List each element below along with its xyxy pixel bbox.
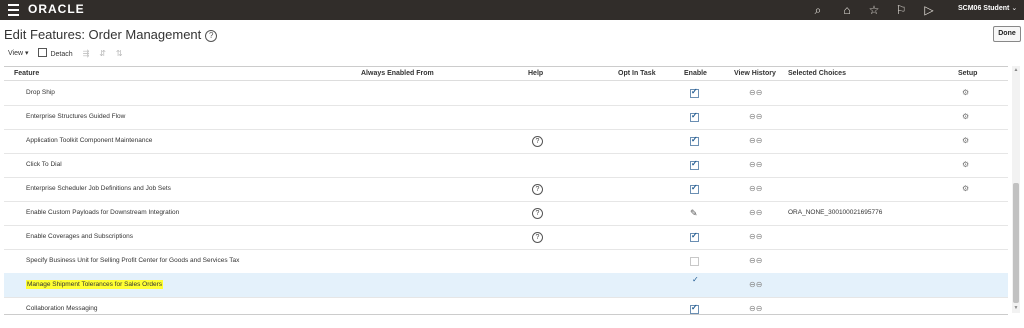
table-row[interactable]: Drop Ship ⊖⊖ ⚙: [4, 81, 1008, 106]
scrollbar-thumb[interactable]: [1013, 183, 1019, 303]
scroll-down-icon[interactable]: ▼: [1013, 305, 1019, 311]
notifications-icon[interactable]: ▷: [922, 3, 936, 17]
detach-button[interactable]: Detach: [38, 48, 73, 58]
feature-name: Specify Business Unit for Selling Profit…: [26, 249, 239, 273]
col-opt-in-task[interactable]: Opt In Task: [618, 70, 656, 77]
feature-name: Application Toolkit Component Maintenanc…: [26, 129, 152, 153]
col-feature[interactable]: Feature: [14, 70, 39, 77]
setup-icon[interactable]: ⚙: [962, 130, 969, 152]
table-row[interactable]: Click To Dial ⊖⊖ ⚙: [4, 153, 1008, 178]
navigator-menu-icon[interactable]: [8, 4, 19, 16]
setup-icon[interactable]: ⚙: [962, 178, 969, 200]
feature-name-text: Enterprise Scheduler Job Definitions and…: [26, 185, 171, 192]
view-history-icon[interactable]: ⊖⊖: [749, 178, 762, 200]
table-row[interactable]: Enterprise Scheduler Job Definitions and…: [4, 177, 1008, 202]
user-menu[interactable]: SCM06 Student ⌄: [958, 4, 1017, 12]
help-icon[interactable]: ?: [532, 208, 543, 219]
view-menu-label: View: [8, 50, 24, 57]
wrap-icon: ⇵: [99, 48, 106, 58]
help-icon[interactable]: ?: [532, 184, 543, 195]
page-title-text: Edit Features: Order Management: [4, 27, 202, 42]
feature-name-text: Enable Custom Payloads for Downstream In…: [26, 209, 180, 216]
search-icon[interactable]: ⌕: [811, 3, 825, 17]
view-history-icon[interactable]: ⊖⊖: [749, 82, 762, 104]
enable-checkbox[interactable]: [690, 257, 699, 266]
selected-choice: ORA_NONE_300100021695776: [788, 209, 883, 216]
feature-name-text: Enable Coverages and Subscriptions: [26, 233, 133, 240]
view-history-icon[interactable]: ⊖⊖: [749, 298, 762, 314]
detach-icon: [38, 48, 48, 57]
feature-name: Enable Coverages and Subscriptions: [26, 225, 133, 249]
view-history-icon[interactable]: ⊖⊖: [749, 250, 762, 272]
view-history-icon[interactable]: ⊖⊖: [749, 130, 762, 152]
flag-icon[interactable]: ⚐: [894, 3, 908, 17]
feature-name-text: Drop Ship: [26, 89, 55, 96]
view-history-icon[interactable]: ⊖⊖: [749, 202, 762, 224]
enable-checkbox[interactable]: [690, 111, 699, 122]
feature-name: Enterprise Scheduler Job Definitions and…: [26, 177, 171, 201]
enable-checkbox[interactable]: [690, 231, 699, 242]
setup-icon[interactable]: ⚙: [962, 154, 969, 176]
view-history-icon[interactable]: ⊖⊖: [749, 154, 762, 176]
table-row[interactable]: Enable Coverages and Subscriptions? ⊖⊖: [4, 225, 1008, 250]
view-history-icon[interactable]: ⊖⊖: [749, 106, 762, 128]
enable-checkbox[interactable]: [690, 135, 699, 146]
page-title: Edit Features: Order Management?: [4, 27, 218, 42]
feature-name-text: Application Toolkit Component Maintenanc…: [26, 137, 153, 144]
feature-name-text: Enterprise Structures Guided Flow: [26, 113, 126, 120]
enable-checkbox[interactable]: ✓: [692, 275, 699, 284]
feature-name: Manage Shipment Tolerances for Sales Ord…: [26, 273, 164, 297]
view-menu[interactable]: View ▾: [8, 49, 29, 57]
col-setup[interactable]: Setup: [958, 70, 977, 77]
dropdown-arrow-icon: ▾: [25, 50, 29, 57]
col-enable[interactable]: Enable: [684, 70, 707, 77]
home-icon[interactable]: ⌂: [840, 3, 854, 17]
reorder-icon: ⇅: [115, 48, 123, 58]
feature-name: Enable Custom Payloads for Downstream In…: [26, 201, 179, 225]
setup-icon[interactable]: ⚙: [962, 106, 969, 128]
user-name: SCM06 Student: [958, 5, 1010, 12]
chevron-down-icon: ⌄: [1011, 5, 1018, 12]
col-view-history[interactable]: View History: [734, 70, 776, 77]
feature-name: Click To Dial: [26, 153, 62, 177]
enable-checkbox[interactable]: [690, 87, 699, 98]
feature-name: Enterprise Structures Guided Flow: [26, 105, 125, 129]
table-row[interactable]: Application Toolkit Component Maintenanc…: [4, 129, 1008, 154]
features-table: Feature Always Enabled From Help Opt In …: [4, 66, 1008, 315]
table-header: Feature Always Enabled From Help Opt In …: [4, 67, 1008, 81]
help-icon[interactable]: ?: [205, 30, 218, 42]
favorites-icon[interactable]: ☆: [867, 3, 881, 17]
detach-label: Detach: [50, 51, 73, 58]
help-icon[interactable]: ?: [532, 232, 543, 243]
view-history-icon[interactable]: ⊖⊖: [749, 274, 762, 296]
enable-checkbox[interactable]: [690, 159, 699, 170]
freeze-icon: ⇶: [82, 48, 90, 58]
brand-logo: ORACLE: [28, 2, 85, 16]
feature-name-text: Click To Dial: [26, 161, 62, 168]
feature-name-text: Specify Business Unit for Selling Profit…: [26, 257, 240, 264]
table-toolbar: View ▾ Detach ⇶ ⇵ ⇅: [8, 48, 131, 60]
help-icon[interactable]: ?: [532, 136, 543, 147]
scroll-up-icon[interactable]: ▲: [1013, 67, 1019, 73]
col-selected-choices[interactable]: Selected Choices: [788, 70, 846, 77]
feature-name-text: Manage Shipment Tolerances for Sales Ord…: [26, 280, 164, 289]
enable-checkbox[interactable]: [690, 183, 699, 194]
done-button[interactable]: Done: [993, 26, 1021, 42]
feature-name: Collaboration Messaging: [26, 297, 98, 314]
table-row[interactable]: Enterprise Structures Guided Flow ⊖⊖ ⚙: [4, 105, 1008, 130]
feature-name: Drop Ship: [26, 81, 55, 105]
feature-name-text: Collaboration Messaging: [26, 305, 98, 312]
view-history-icon[interactable]: ⊖⊖: [749, 226, 762, 248]
table-row[interactable]: Manage Shipment Tolerances for Sales Ord…: [4, 273, 1008, 298]
col-always-enabled-from[interactable]: Always Enabled From: [361, 70, 434, 77]
edit-icon[interactable]: ✎: [690, 202, 698, 224]
col-help[interactable]: Help: [528, 70, 543, 77]
table-row[interactable]: Specify Business Unit for Selling Profit…: [4, 249, 1008, 274]
setup-icon[interactable]: ⚙: [962, 82, 969, 104]
global-header: ORACLE ⌕ ⌂ ☆ ⚐ ▷ SCM06 Student ⌄: [0, 0, 1024, 20]
table-row[interactable]: Collaboration Messaging ⊖⊖: [4, 297, 1008, 314]
table-row[interactable]: Enable Custom Payloads for Downstream In…: [4, 201, 1008, 226]
enable-checkbox[interactable]: [690, 303, 699, 314]
